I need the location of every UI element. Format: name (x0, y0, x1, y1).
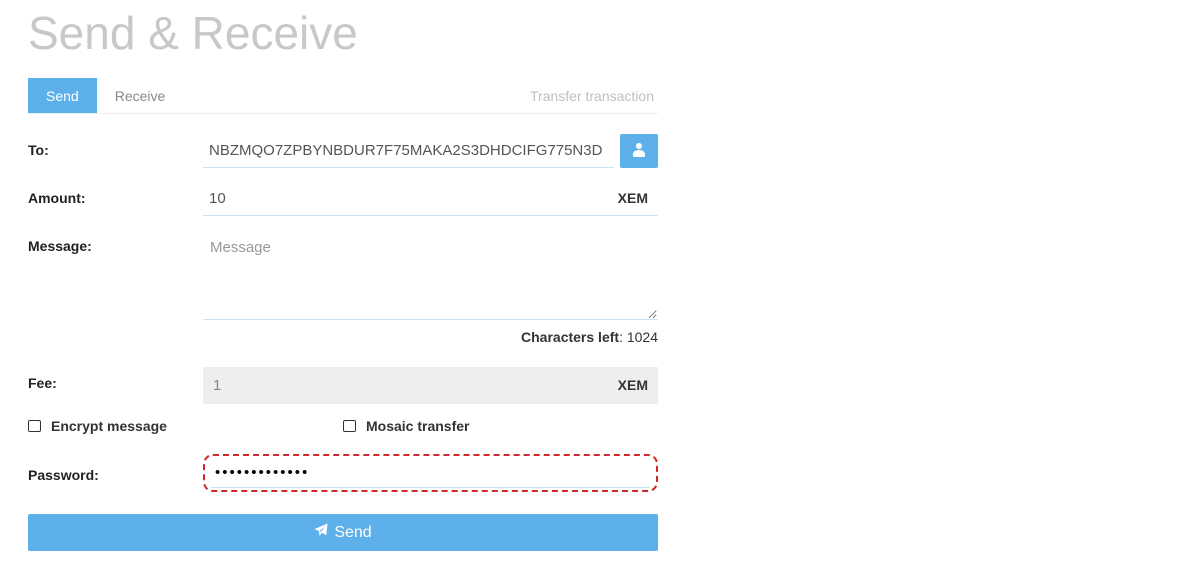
paper-plane-icon (314, 523, 328, 542)
amount-input[interactable] (203, 182, 658, 216)
send-button[interactable]: Send (28, 514, 658, 551)
mosaic-checkbox[interactable]: Mosaic transfer (343, 418, 658, 434)
password-highlight (203, 454, 658, 492)
encrypt-checkbox[interactable]: Encrypt message (28, 418, 343, 434)
encrypt-label-text: Encrypt message (51, 418, 167, 434)
transfer-form: Send Receive Transfer transaction To: Am… (28, 78, 658, 551)
checkbox-icon (343, 420, 356, 432)
contact-icon (632, 142, 646, 161)
send-button-label: Send (334, 524, 371, 542)
tab-hint: Transfer transaction (530, 78, 658, 113)
amount-label: Amount: (28, 182, 203, 206)
fee-label: Fee: (28, 367, 203, 391)
to-input[interactable] (203, 134, 614, 168)
mosaic-label-text: Mosaic transfer (366, 418, 469, 434)
characters-left-value: 1024 (627, 329, 658, 345)
characters-left-label: Characters left (521, 329, 619, 345)
tab-receive[interactable]: Receive (97, 78, 184, 113)
message-input[interactable] (203, 230, 658, 320)
password-label: Password: (28, 463, 203, 483)
tab-send[interactable]: Send (28, 78, 97, 113)
tabs: Send Receive Transfer transaction (28, 78, 658, 114)
characters-left: Characters left: 1024 (203, 329, 658, 345)
page-title: Send & Receive (28, 6, 1200, 60)
message-label: Message: (28, 230, 203, 254)
address-book-button[interactable] (620, 134, 658, 168)
password-input[interactable] (211, 458, 650, 488)
to-label: To: (28, 134, 203, 158)
checkbox-icon (28, 420, 41, 432)
fee-input (203, 367, 658, 404)
